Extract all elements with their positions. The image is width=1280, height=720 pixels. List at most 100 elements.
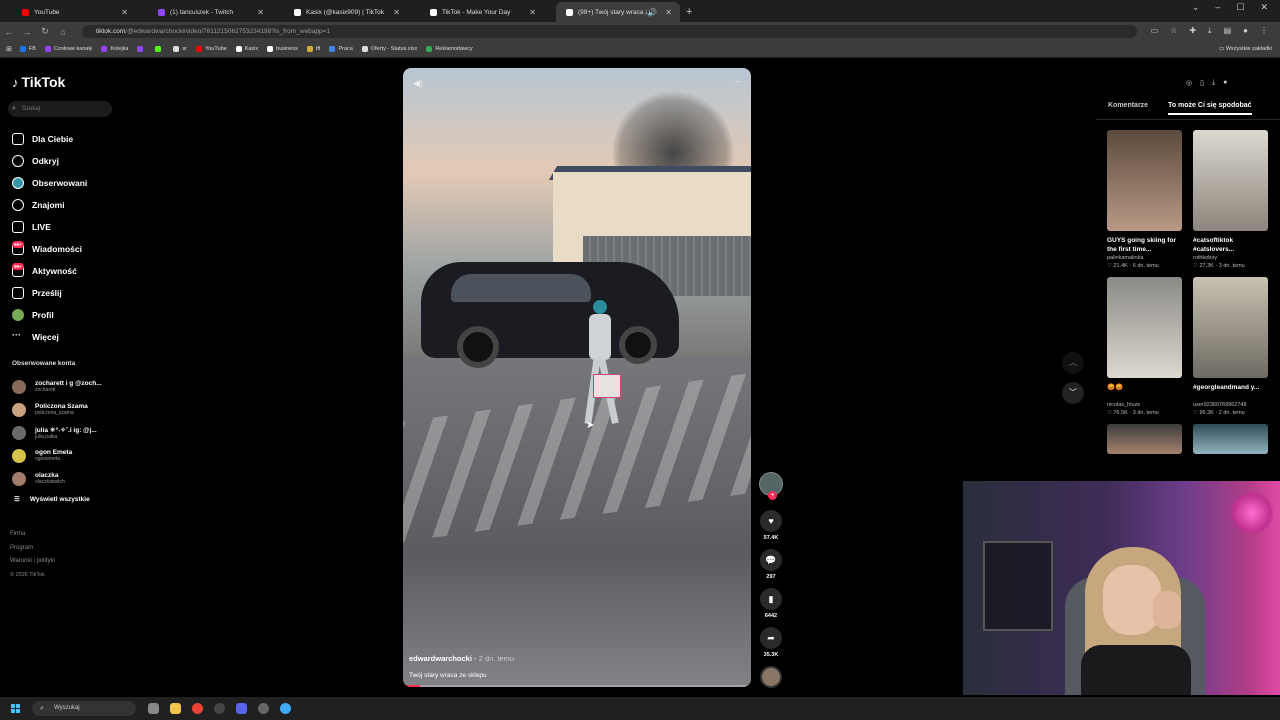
close-tab-icon[interactable]: ✕ (121, 8, 128, 17)
home-icon[interactable]: ⌂ (54, 27, 72, 37)
video-card[interactable]: #catsoftiktok #catslovers... rothkoboy ♡… (1193, 130, 1268, 269)
bookmark[interactable]: Czołowe kanały (44, 46, 92, 52)
sidebar-item-live[interactable]: LIVE (12, 216, 87, 238)
taskbar-search[interactable]: ⌕ Wyszukaj (32, 701, 136, 716)
browser-tab-active[interactable]: (99+) Twój stary wraca ze sk... 🔊 ✕ (556, 2, 680, 22)
sidebar-item-for-you[interactable]: Dla Ciebie (12, 128, 87, 150)
tab-recommended[interactable]: To może Ci się spodobać (1168, 102, 1252, 115)
close-tab-icon[interactable]: ✕ (393, 8, 400, 17)
show-all-button[interactable]: ☰ Wyświetl wszystkie (14, 495, 90, 504)
sidebar-item-messages[interactable]: 99+ Wiadomości (12, 238, 87, 260)
search-input[interactable]: ⌕ Szukaj (8, 101, 112, 117)
extensions-icon[interactable]: ✚ (1189, 26, 1196, 36)
video-card[interactable]: #georgleandmand y... user92360769962748 … (1193, 277, 1268, 416)
all-bookmarks[interactable]: ▭ Wszystkie zakładki (1219, 46, 1272, 52)
bookmark[interactable]: Kasix (235, 46, 258, 52)
browser-tab[interactable]: YouTube ✕ (12, 2, 136, 22)
next-video-button[interactable]: ﹀ (1062, 382, 1084, 404)
creator-avatar[interactable]: + (759, 472, 783, 500)
followed-account[interactable]: olaczka olaczkatwitch (12, 467, 102, 490)
like-button[interactable]: ♥ (760, 510, 782, 532)
footer-link[interactable]: Firma (10, 528, 55, 542)
windows-start-icon[interactable] (11, 703, 21, 714)
sidebar-icon[interactable]: ▤ (1224, 26, 1232, 36)
speaker-icon[interactable]: 🔊 (647, 8, 657, 17)
back-icon[interactable]: ← (0, 27, 18, 37)
bookmark[interactable] (137, 46, 146, 52)
video-author[interactable]: edwardwarchocki · 2 dn. temu (409, 654, 514, 663)
bookmark[interactable] (155, 46, 164, 52)
footer-link[interactable]: Program (10, 542, 55, 556)
sidebar-item-more[interactable]: ··· Więcej (12, 326, 87, 348)
close-tab-icon[interactable]: ✕ (529, 8, 536, 17)
chrome-icon[interactable] (192, 703, 203, 714)
tab-comments[interactable]: Komentarze (1108, 102, 1148, 115)
bookmark[interactable]: Kolejka (101, 46, 128, 52)
previous-video-button[interactable]: ︿ (1062, 352, 1084, 374)
forward-icon[interactable]: → (18, 27, 36, 37)
task-view-icon[interactable] (148, 703, 159, 714)
followed-account[interactable]: Policzona Szama policzona_szama (12, 398, 102, 421)
followed-account[interactable]: ogon Emeta ogonemeta (12, 444, 102, 467)
profile-avatar-icon[interactable]: ● (1223, 79, 1227, 87)
tiktok-logo[interactable]: ♪ TikTok (12, 74, 65, 90)
followed-account[interactable]: zocharett i g @zoch... zocharett (12, 375, 102, 398)
video-card[interactable] (1107, 424, 1182, 454)
close-window-icon[interactable]: ✕ (1260, 2, 1268, 13)
browser-tab[interactable]: Kasix (@kasix909) | TikTok ✕ (284, 2, 408, 22)
volume-icon[interactable]: ◀) (413, 78, 423, 89)
profile-avatar-icon[interactable]: ● (1243, 26, 1248, 36)
video-player[interactable]: ◀) ··· edwardwarchocki · 2 dn. temu Twój… (403, 68, 751, 687)
browser-icon[interactable] (280, 703, 291, 714)
close-tab-icon[interactable]: ✕ (665, 8, 672, 17)
file-explorer-icon[interactable] (170, 703, 181, 714)
followed-account[interactable]: julia ☀︎°˖✧˚.i ig: @j... julia.palka (12, 421, 102, 444)
bookmark-star-icon[interactable]: ☆ (1170, 26, 1177, 36)
media-player-icon[interactable] (258, 703, 269, 714)
bookmark[interactable]: sr (173, 46, 187, 52)
obs-icon[interactable] (214, 703, 225, 714)
follow-plus-icon[interactable]: + (768, 491, 777, 500)
apps-icon[interactable]: ⊞ (6, 45, 12, 53)
music-disc-icon[interactable] (760, 666, 782, 688)
video-card[interactable]: 😡😡 nicolas_hluze ♡ 76.5K · 3 dn. temu (1107, 277, 1182, 416)
sidebar-item-explore[interactable]: Odkryj (12, 150, 87, 172)
cast-icon[interactable]: ▭ (1151, 26, 1159, 36)
bookmark[interactable]: Oferty - Status.xlsx (361, 46, 417, 52)
phone-icon[interactable]: ▯ (1200, 79, 1204, 87)
bookmark[interactable]: tft (306, 46, 320, 52)
video-card[interactable] (1193, 424, 1268, 454)
comment-button[interactable]: 💬 (760, 549, 782, 571)
sidebar-item-following[interactable]: Obserwowani (12, 172, 87, 194)
more-options-icon[interactable]: ··· (732, 76, 741, 86)
sidebar-item-friends[interactable]: Znajomi (12, 194, 87, 216)
footer-link[interactable]: Warunki i polityki (10, 555, 55, 569)
save-button[interactable]: ▮ (760, 588, 782, 610)
bookmark[interactable]: Praca (329, 46, 353, 52)
avatar (12, 425, 26, 440)
minimize-icon[interactable]: – (1215, 2, 1220, 13)
bookmark[interactable]: business (267, 46, 298, 52)
url-field[interactable]: tiktok.com/@edwardwarchocki/video/761121… (82, 25, 1137, 38)
close-tab-icon[interactable]: ✕ (257, 8, 264, 17)
menu-icon[interactable]: ⋮ (1260, 26, 1268, 36)
tab-search-icon[interactable]: ⌄ (1192, 2, 1200, 13)
video-progress-bar[interactable] (403, 685, 751, 687)
bookmark[interactable]: Reklamodawcy (426, 46, 473, 52)
sidebar-item-activity[interactable]: 99+ Aktywność (12, 260, 87, 282)
video-card[interactable]: GUYS going skiing for the first time... … (1107, 130, 1182, 269)
sidebar-item-upload[interactable]: Prześlij (12, 282, 87, 304)
discord-icon[interactable] (236, 703, 247, 714)
bookmark[interactable]: YouTube (196, 46, 227, 52)
bookmark[interactable]: FB (19, 46, 36, 52)
browser-tab[interactable]: (1) tancuszek - Twitch ✕ (148, 2, 272, 22)
reload-icon[interactable]: ↻ (36, 26, 54, 37)
compass-icon[interactable]: ◎ (1186, 79, 1192, 87)
sidebar-item-profile[interactable]: Profil (12, 304, 87, 326)
maximize-icon[interactable]: ☐ (1236, 2, 1244, 13)
new-tab-button[interactable]: + (686, 6, 692, 18)
download-icon[interactable]: ⤓ (1212, 79, 1215, 87)
download-icon[interactable]: ⤓ (1208, 26, 1212, 36)
browser-tab[interactable]: TikTok - Make Your Day ✕ (420, 2, 544, 22)
share-button[interactable]: ➦ (760, 627, 782, 649)
